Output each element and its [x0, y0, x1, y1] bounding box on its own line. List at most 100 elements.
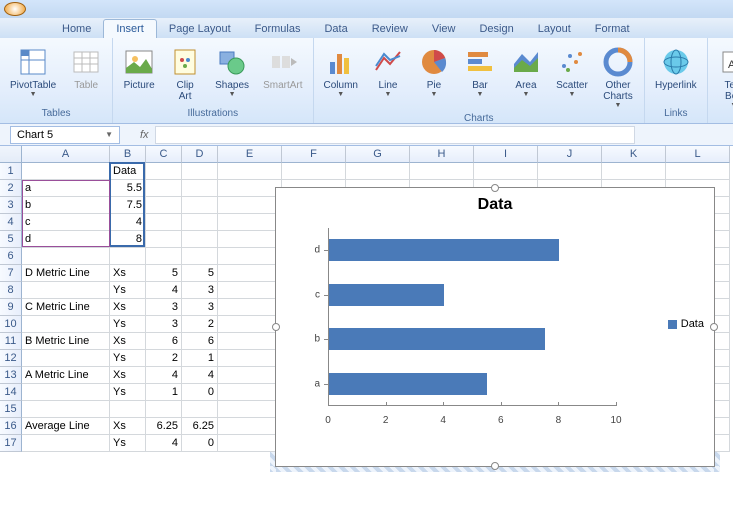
bar-chart-button[interactable]: Bar▼: [460, 44, 500, 100]
office-button[interactable]: [4, 2, 26, 16]
col-header-F[interactable]: F: [282, 146, 346, 163]
cell-B7[interactable]: Xs: [110, 265, 146, 282]
chart-handle[interactable]: [491, 462, 499, 470]
col-header-H[interactable]: H: [410, 146, 474, 163]
pie-chart-button[interactable]: Pie▼: [414, 44, 454, 100]
cell-B4[interactable]: 4: [110, 214, 146, 231]
cell-C14[interactable]: 1: [146, 384, 182, 401]
cell-D13[interactable]: 4: [182, 367, 218, 384]
cell-C9[interactable]: 3: [146, 299, 182, 316]
chart-bar-b[interactable]: [329, 328, 545, 350]
col-header-L[interactable]: L: [666, 146, 730, 163]
cell-A9[interactable]: C Metric Line: [22, 299, 110, 316]
column-chart-button[interactable]: Column▼: [320, 44, 362, 100]
row-header-3[interactable]: 3: [0, 197, 22, 214]
row-header-16[interactable]: 16: [0, 418, 22, 435]
embedded-chart[interactable]: Data 0246810dcba Data: [275, 187, 715, 467]
row-header-10[interactable]: 10: [0, 316, 22, 333]
row-header-4[interactable]: 4: [0, 214, 22, 231]
cell-A3[interactable]: b: [22, 197, 110, 214]
textbox-button[interactable]: AText Box▼: [714, 44, 733, 111]
cell-B11[interactable]: Xs: [110, 333, 146, 350]
row-header-1[interactable]: 1: [0, 163, 22, 180]
cell-B2[interactable]: 5.5: [110, 180, 146, 197]
cell-B9[interactable]: Xs: [110, 299, 146, 316]
cell-C12[interactable]: 2: [146, 350, 182, 367]
cell-A4[interactable]: c: [22, 214, 110, 231]
col-header-C[interactable]: C: [146, 146, 182, 163]
cell-B17[interactable]: Ys: [110, 435, 146, 452]
col-header-J[interactable]: J: [538, 146, 602, 163]
row-header-15[interactable]: 15: [0, 401, 22, 418]
row-header-2[interactable]: 2: [0, 180, 22, 197]
chart-handle[interactable]: [710, 323, 718, 331]
col-header-A[interactable]: A: [22, 146, 110, 163]
col-header-G[interactable]: G: [346, 146, 410, 163]
hyperlink-button[interactable]: Hyperlink: [651, 44, 701, 93]
scatter-chart-button[interactable]: Scatter▼: [552, 44, 592, 100]
cell-B12[interactable]: Ys: [110, 350, 146, 367]
row-header-7[interactable]: 7: [0, 265, 22, 282]
chart-legend[interactable]: Data: [668, 318, 704, 330]
fx-icon[interactable]: fx: [140, 129, 149, 141]
cell-B13[interactable]: Xs: [110, 367, 146, 384]
cell-B8[interactable]: Ys: [110, 282, 146, 299]
picture-button[interactable]: Picture: [119, 44, 159, 93]
cell-A16[interactable]: Average Line: [22, 418, 110, 435]
tab-layout[interactable]: Layout: [526, 20, 583, 38]
formula-bar[interactable]: [155, 126, 635, 144]
cell-A11[interactable]: B Metric Line: [22, 333, 110, 350]
name-box[interactable]: Chart 5▼: [10, 126, 120, 144]
chart-bar-c[interactable]: [329, 284, 444, 306]
cell-C10[interactable]: 3: [146, 316, 182, 333]
chart-bar-d[interactable]: [329, 239, 559, 261]
row-header-12[interactable]: 12: [0, 350, 22, 367]
col-header-B[interactable]: B: [110, 146, 146, 163]
cell-A13[interactable]: A Metric Line: [22, 367, 110, 384]
cell-B1[interactable]: Data: [110, 163, 146, 180]
row-header-13[interactable]: 13: [0, 367, 22, 384]
cell-A5[interactable]: d: [22, 231, 110, 248]
cell-C8[interactable]: 4: [146, 282, 182, 299]
col-header-E[interactable]: E: [218, 146, 282, 163]
cell-D14[interactable]: 0: [182, 384, 218, 401]
clipart-button[interactable]: Clip Art: [165, 44, 205, 104]
cell-D10[interactable]: 2: [182, 316, 218, 333]
cell-C7[interactable]: 5: [146, 265, 182, 282]
chart-title[interactable]: Data: [276, 188, 714, 222]
row-header-11[interactable]: 11: [0, 333, 22, 350]
tab-review[interactable]: Review: [360, 20, 420, 38]
tab-home[interactable]: Home: [50, 20, 103, 38]
row-header-5[interactable]: 5: [0, 231, 22, 248]
row-header-8[interactable]: 8: [0, 282, 22, 299]
chart-handle[interactable]: [272, 323, 280, 331]
cell-D9[interactable]: 3: [182, 299, 218, 316]
other-charts-button[interactable]: Other Charts▼: [598, 44, 638, 111]
cell-A7[interactable]: D Metric Line: [22, 265, 110, 282]
cell-B14[interactable]: Ys: [110, 384, 146, 401]
row-header-14[interactable]: 14: [0, 384, 22, 401]
cell-B16[interactable]: Xs: [110, 418, 146, 435]
tab-page-layout[interactable]: Page Layout: [157, 20, 243, 38]
cell-D12[interactable]: 1: [182, 350, 218, 367]
area-chart-button[interactable]: Area▼: [506, 44, 546, 100]
chart-bar-a[interactable]: [329, 373, 487, 395]
line-chart-button[interactable]: Line▼: [368, 44, 408, 100]
chart-handle[interactable]: [491, 184, 499, 192]
cell-C16[interactable]: 6.25: [146, 418, 182, 435]
cell-B5[interactable]: 8: [110, 231, 146, 248]
cell-A2[interactable]: a: [22, 180, 110, 197]
row-header-9[interactable]: 9: [0, 299, 22, 316]
cell-B10[interactable]: Ys: [110, 316, 146, 333]
tab-formulas[interactable]: Formulas: [243, 20, 313, 38]
shapes-button[interactable]: Shapes▼: [211, 44, 253, 100]
row-header-17[interactable]: 17: [0, 435, 22, 452]
tab-insert[interactable]: Insert: [103, 19, 157, 38]
tab-design[interactable]: Design: [467, 20, 525, 38]
row-header-6[interactable]: 6: [0, 248, 22, 265]
worksheet[interactable]: ABCDEFGHIJKL 1234567891011121314151617 D…: [0, 146, 733, 516]
tab-view[interactable]: View: [420, 20, 468, 38]
cell-D7[interactable]: 5: [182, 265, 218, 282]
select-all-corner[interactable]: [0, 146, 22, 163]
cell-D17[interactable]: 0: [182, 435, 218, 452]
